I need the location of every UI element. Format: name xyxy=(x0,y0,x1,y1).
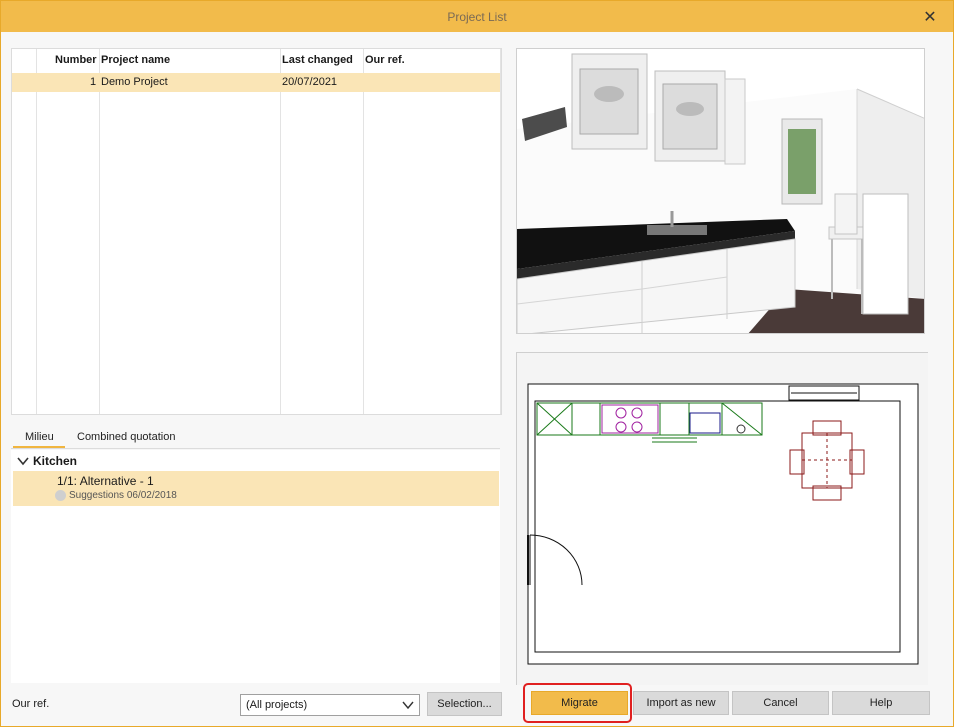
window-title: Project List xyxy=(447,9,507,24)
import-as-new-button[interactable]: Import as new xyxy=(633,691,729,715)
col-project-name[interactable]: Project name xyxy=(101,54,170,66)
cell-last-changed: 20/07/2021 xyxy=(282,76,338,88)
close-icon[interactable]: ✕ xyxy=(907,1,953,32)
migrate-button[interactable]: Migrate xyxy=(531,691,628,715)
milieu-tree: Kitchen 1/1: Alternative - 1 Suggestions… xyxy=(11,450,500,683)
tab-combined-quotation[interactable]: Combined quotation xyxy=(77,431,175,443)
tree-group-kitchen[interactable]: Kitchen xyxy=(17,454,77,468)
status-dot-icon xyxy=(55,490,66,501)
col-number[interactable]: Number xyxy=(55,54,97,66)
tab-bar: Milieu Combined quotation xyxy=(11,428,502,448)
project-list-dialog: Project List ✕ Number Project name Last … xyxy=(0,0,954,727)
suggestions-label: Suggestions 06/02/2018 xyxy=(69,490,177,501)
col-last-changed[interactable]: Last changed xyxy=(282,54,353,66)
chevron-down-icon xyxy=(402,701,414,710)
our-ref-label: Our ref. xyxy=(12,698,50,710)
table-row[interactable]: 1 Demo Project 20/07/2021 xyxy=(12,73,500,92)
selection-button[interactable]: Selection... xyxy=(427,692,502,716)
kitchen-3d-preview xyxy=(516,48,925,334)
chevron-down-icon[interactable] xyxy=(17,455,29,467)
tree-item-alternative[interactable]: 1/1: Alternative - 1 Suggestions 06/02/2… xyxy=(13,471,499,506)
divider xyxy=(11,448,500,449)
project-filter-value: (All projects) xyxy=(246,699,308,711)
project-filter-select[interactable]: (All projects) xyxy=(240,694,420,716)
floor-plan-preview xyxy=(516,352,928,685)
cell-project-name: Demo Project xyxy=(101,76,168,88)
title-bar: Project List ✕ xyxy=(1,1,953,32)
cancel-button[interactable]: Cancel xyxy=(732,691,829,715)
col-our-ref[interactable]: Our ref. xyxy=(365,54,405,66)
help-button[interactable]: Help xyxy=(832,691,930,715)
alternative-title: 1/1: Alternative - 1 xyxy=(57,474,154,488)
cell-number: 1 xyxy=(90,76,97,88)
alternative-subtitle: Suggestions 06/02/2018 xyxy=(55,490,177,501)
tree-group-label: Kitchen xyxy=(33,454,78,468)
tab-milieu[interactable]: Milieu xyxy=(25,431,54,443)
table-header: Number Project name Last changed Our ref… xyxy=(12,49,501,72)
project-table: Number Project name Last changed Our ref… xyxy=(11,48,502,415)
